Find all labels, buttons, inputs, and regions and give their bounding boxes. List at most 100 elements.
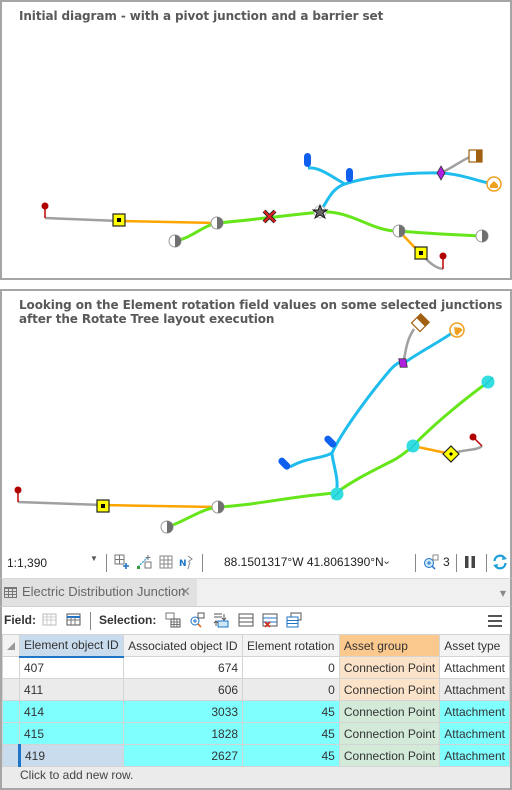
select-by-attributes-icon[interactable] (165, 612, 181, 628)
row-header[interactable] (2, 656, 20, 679)
grey-service-line[interactable] (17, 500, 103, 507)
cell-element-rotation[interactable]: 45 (242, 700, 340, 723)
blue-branch-line[interactable] (307, 166, 346, 186)
coordinate-format-chevron-icon[interactable]: ⌄ (382, 554, 391, 567)
cell-asset-group[interactable]: Connection Point (338, 678, 441, 701)
cell-associated-object-id[interactable]: 674 (123, 656, 244, 679)
zoom-to-selected-icon[interactable] (423, 554, 439, 570)
fuse-icon[interactable] (277, 456, 292, 471)
cell-associated-object-id[interactable]: 606 (123, 678, 244, 701)
delete-selection-icon[interactable] (286, 612, 302, 628)
green-primary-line[interactable] (215, 380, 489, 509)
cell-element-rotation[interactable]: 0 (242, 656, 340, 679)
row-header[interactable] (2, 722, 20, 745)
blue-branch-line[interactable] (289, 451, 333, 469)
pause-drawing-icon[interactable] (462, 554, 478, 570)
cell-element-object-id[interactable]: 414 (18, 700, 125, 723)
row-header-current[interactable] (2, 744, 21, 767)
transformer-icon[interactable] (96, 499, 110, 513)
column-header-element-object-id[interactable]: Element object ID (18, 634, 125, 658)
cell-asset-group[interactable]: Connection Point (338, 656, 441, 679)
red-pin-icon[interactable] (41, 202, 49, 210)
tab-list-dropdown-icon[interactable]: ▼ (500, 589, 506, 598)
red-pin-icon[interactable] (439, 252, 447, 260)
cell-asset-type[interactable]: Attachment (439, 722, 510, 745)
column-header-associated-object-id[interactable]: Associated object ID (123, 634, 244, 657)
grey-meter-line[interactable] (440, 154, 473, 175)
selected-connection-point-icon[interactable] (406, 439, 420, 453)
fuse-icon[interactable] (346, 168, 353, 182)
service-point-house-icon[interactable] (449, 322, 465, 338)
green-primary-line[interactable] (216, 210, 483, 238)
fuse-icon[interactable] (304, 153, 311, 167)
grid-icon[interactable] (158, 554, 174, 570)
initial-diagram-canvas[interactable] (2, 2, 510, 278)
connection-point-icon[interactable] (392, 224, 406, 238)
calculate-field-icon[interactable] (66, 612, 82, 628)
switch-diamond-icon[interactable] (436, 165, 446, 181)
transformer-icon[interactable] (414, 246, 428, 260)
cell-asset-type[interactable]: Attachment (439, 700, 510, 723)
table-options-menu-icon[interactable] (488, 615, 502, 627)
cell-asset-group[interactable]: Connection Point (338, 722, 441, 745)
table-row-current[interactable]: 419 2627 45 Connection Point Attachment (2, 744, 510, 767)
service-point-house-icon[interactable] (486, 176, 502, 192)
connection-point-icon[interactable] (475, 229, 489, 243)
cell-asset-type[interactable]: Attachment (439, 656, 510, 679)
refresh-icon[interactable] (492, 554, 508, 570)
cell-element-object-id[interactable]: 415 (18, 722, 125, 745)
cell-asset-type[interactable]: Attachment (439, 744, 510, 767)
row-header[interactable] (2, 678, 20, 701)
blue-lateral-line[interactable] (330, 328, 457, 494)
cell-element-object-id[interactable]: 419 (18, 744, 125, 767)
switch-selection-icon[interactable] (213, 612, 229, 628)
cell-element-rotation[interactable]: 45 (242, 722, 340, 745)
red-pin-icon[interactable] (469, 433, 477, 441)
table-row[interactable]: 411 606 0 Connection Point Attachment (2, 678, 510, 701)
connection-point-icon[interactable] (210, 216, 224, 230)
cell-element-rotation[interactable]: 0 (242, 678, 340, 701)
zoom-to-selection-icon[interactable] (189, 612, 205, 628)
row-header[interactable] (2, 700, 20, 723)
cell-asset-group[interactable]: Connection Point (338, 700, 441, 723)
cell-associated-object-id[interactable]: 1828 (123, 722, 244, 745)
meter-icon[interactable] (468, 149, 483, 163)
orange-line[interactable] (101, 503, 217, 509)
select-all-icon[interactable] (238, 612, 254, 628)
table-row-selected[interactable]: 414 3033 45 Connection Point Attachment (2, 700, 510, 723)
table-row-selected[interactable]: 415 1828 45 Connection Point Attachment (2, 722, 510, 745)
cell-asset-group[interactable]: Connection Point (338, 744, 441, 767)
green-branch-line[interactable] (166, 505, 217, 529)
cell-element-object-id[interactable]: 407 (18, 656, 125, 679)
transformer-rotated-icon[interactable] (442, 445, 460, 463)
selected-connection-point-icon[interactable] (330, 487, 344, 501)
rotated-diagram-canvas[interactable] (2, 291, 510, 549)
meter-icon[interactable] (410, 312, 431, 333)
column-header-element-rotation[interactable]: Element rotation (242, 634, 340, 657)
transformer-icon[interactable] (112, 213, 126, 227)
clear-selection-icon[interactable] (262, 612, 278, 628)
green-branch-line[interactable] (174, 221, 218, 243)
cell-associated-object-id[interactable]: 2627 (123, 744, 244, 767)
column-header-asset-group[interactable]: Asset group (338, 634, 441, 657)
grey-service-line[interactable] (44, 216, 120, 223)
cell-element-rotation[interactable]: 45 (242, 744, 340, 767)
orange-line[interactable] (118, 219, 218, 225)
close-tab-icon[interactable]: ✕ (180, 579, 191, 605)
cell-associated-object-id[interactable]: 3033 (123, 700, 244, 723)
cell-element-object-id[interactable]: 411 (18, 678, 125, 701)
cell-asset-type[interactable]: Attachment (439, 678, 510, 701)
connection-point-icon[interactable] (160, 520, 174, 534)
select-all-corner[interactable] (2, 634, 20, 657)
connection-point-icon[interactable] (211, 500, 225, 514)
selected-connection-point-icon[interactable] (481, 375, 495, 389)
fixed-zoom-icon[interactable] (114, 554, 130, 570)
column-header-asset-type[interactable]: Asset type (439, 634, 510, 657)
add-new-row[interactable]: Click to add new row. (20, 768, 133, 782)
scale-dropdown-arrow-icon[interactable]: ▼ (90, 554, 98, 563)
table-row[interactable]: 407 674 0 Connection Point Attachment (2, 656, 510, 679)
connection-point-icon[interactable] (168, 234, 182, 248)
add-field-icon[interactable] (42, 612, 58, 628)
red-pin-icon[interactable] (14, 486, 22, 494)
tab-electric-distribution-junction[interactable]: Electric Distribution Junction ✕ (2, 579, 197, 606)
